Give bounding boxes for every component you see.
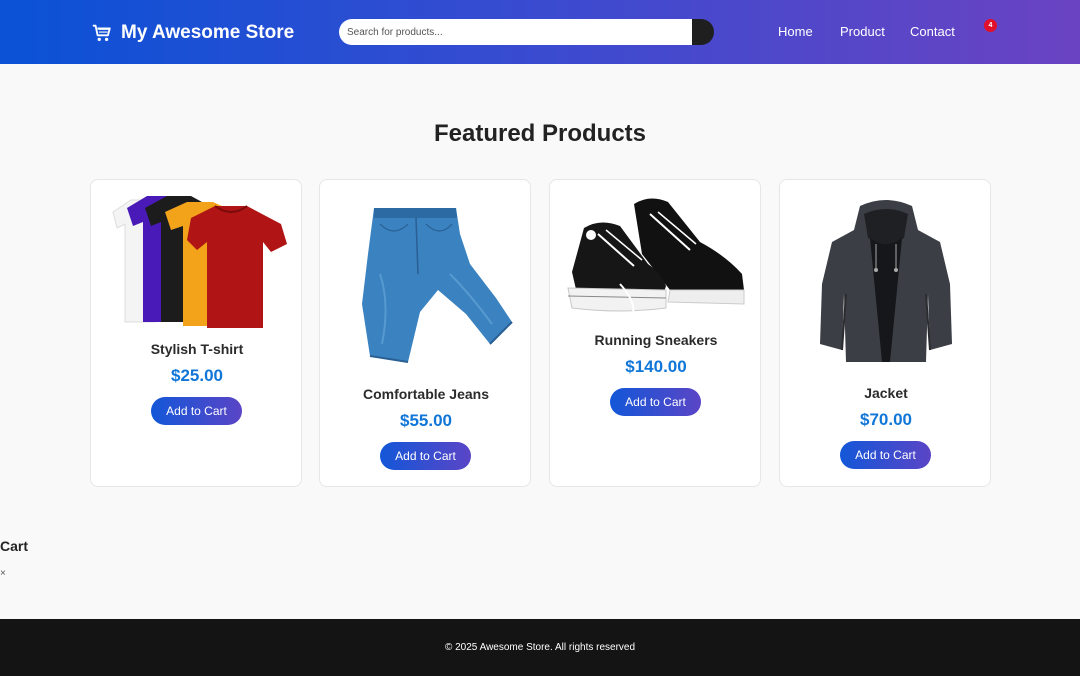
add-to-cart-button[interactable]: Add to Cart bbox=[380, 442, 471, 470]
product-name: Comfortable Jeans bbox=[362, 386, 490, 402]
add-to-cart-button[interactable]: Add to Cart bbox=[151, 397, 242, 425]
product-card: Stylish T-shirt $25.00 Add to Cart bbox=[90, 179, 302, 487]
cart-heading: Cart bbox=[0, 538, 29, 554]
product-image-jacket bbox=[820, 200, 952, 362]
product-price: $25.00 bbox=[171, 366, 223, 385]
add-to-cart-button[interactable]: Add to Cart bbox=[840, 441, 931, 469]
site-header: My Awesome Store Home Product Contact 4 bbox=[0, 0, 1080, 64]
section-title: Featured Products bbox=[433, 120, 647, 147]
nav-contact[interactable]: Contact bbox=[910, 24, 955, 39]
product-price: $55.00 bbox=[400, 411, 452, 430]
main-nav: Home Product Contact bbox=[0, 24, 1080, 40]
product-name: Stylish T-shirt bbox=[150, 341, 244, 357]
product-name: Running Sneakers bbox=[594, 332, 718, 348]
cart-close-button[interactable]: × bbox=[0, 568, 6, 579]
product-card: Comfortable Jeans $55.00 Add to Cart bbox=[319, 179, 531, 487]
nav-product[interactable]: Product bbox=[840, 24, 885, 39]
product-image-jeans bbox=[362, 208, 513, 363]
product-card: Running Sneakers $140.00 Add to Cart bbox=[549, 179, 761, 487]
product-image-tshirts bbox=[112, 196, 287, 328]
product-name: Jacket bbox=[864, 385, 908, 401]
cart-count-badge[interactable]: 4 bbox=[984, 19, 997, 32]
site-footer: © 2025 Awesome Store. All rights reserve… bbox=[0, 619, 1080, 676]
footer-copyright: © 2025 Awesome Store. All rights reserve… bbox=[444, 642, 636, 653]
product-price: $140.00 bbox=[625, 357, 687, 376]
product-image-sneakers bbox=[567, 198, 745, 321]
product-price: $70.00 bbox=[860, 410, 912, 429]
product-card: Jacket $70.00 Add to Cart bbox=[779, 179, 991, 487]
add-to-cart-button[interactable]: Add to Cart bbox=[610, 388, 701, 416]
nav-home[interactable]: Home bbox=[778, 24, 813, 39]
